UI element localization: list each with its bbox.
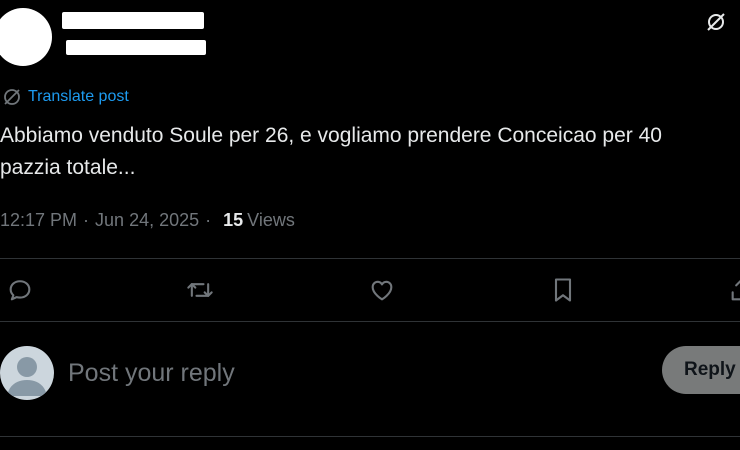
reply-icon <box>9 280 31 301</box>
divider <box>0 258 740 259</box>
like-button[interactable] <box>368 276 396 304</box>
reply-button[interactable] <box>6 276 34 304</box>
bookmark-button[interactable] <box>549 276 577 304</box>
translate-post-label: Translate post <box>28 88 129 105</box>
globe-translate-icon <box>4 89 20 105</box>
translate-post-link[interactable]: Translate post <box>2 86 129 108</box>
post-meta: 12:17 PM · Jun 24, 2025 · 15 Views <box>0 206 295 234</box>
reply-submit-button[interactable]: Reply <box>662 346 740 394</box>
grok-icon[interactable] <box>704 10 728 34</box>
reply-input[interactable] <box>66 352 630 394</box>
post-date[interactable]: Jun 24, 2025 <box>95 210 199 231</box>
post: Translate post Abbiamo venduto Soule per… <box>0 0 740 450</box>
author-avatar[interactable] <box>0 8 52 66</box>
default-avatar-icon <box>7 357 47 396</box>
share-button[interactable] <box>728 276 740 304</box>
like-icon <box>371 280 393 301</box>
repost-icon <box>187 283 213 297</box>
author-handle-redacted <box>66 40 206 55</box>
views-count: 15 <box>223 209 244 230</box>
post-text: Abbiamo venduto Soule per 26, e vogliamo… <box>0 124 662 179</box>
divider <box>0 436 740 437</box>
meta-separator: · <box>205 209 212 230</box>
author-name-redacted <box>62 12 204 29</box>
post-time[interactable]: 12:17 PM <box>0 210 77 231</box>
bookmark-icon <box>554 278 572 302</box>
meta-separator: · <box>83 209 90 230</box>
share-icon <box>731 280 740 301</box>
divider <box>0 321 740 322</box>
user-avatar[interactable] <box>0 346 54 400</box>
views-label: Views <box>247 209 295 230</box>
repost-button[interactable] <box>186 276 214 304</box>
